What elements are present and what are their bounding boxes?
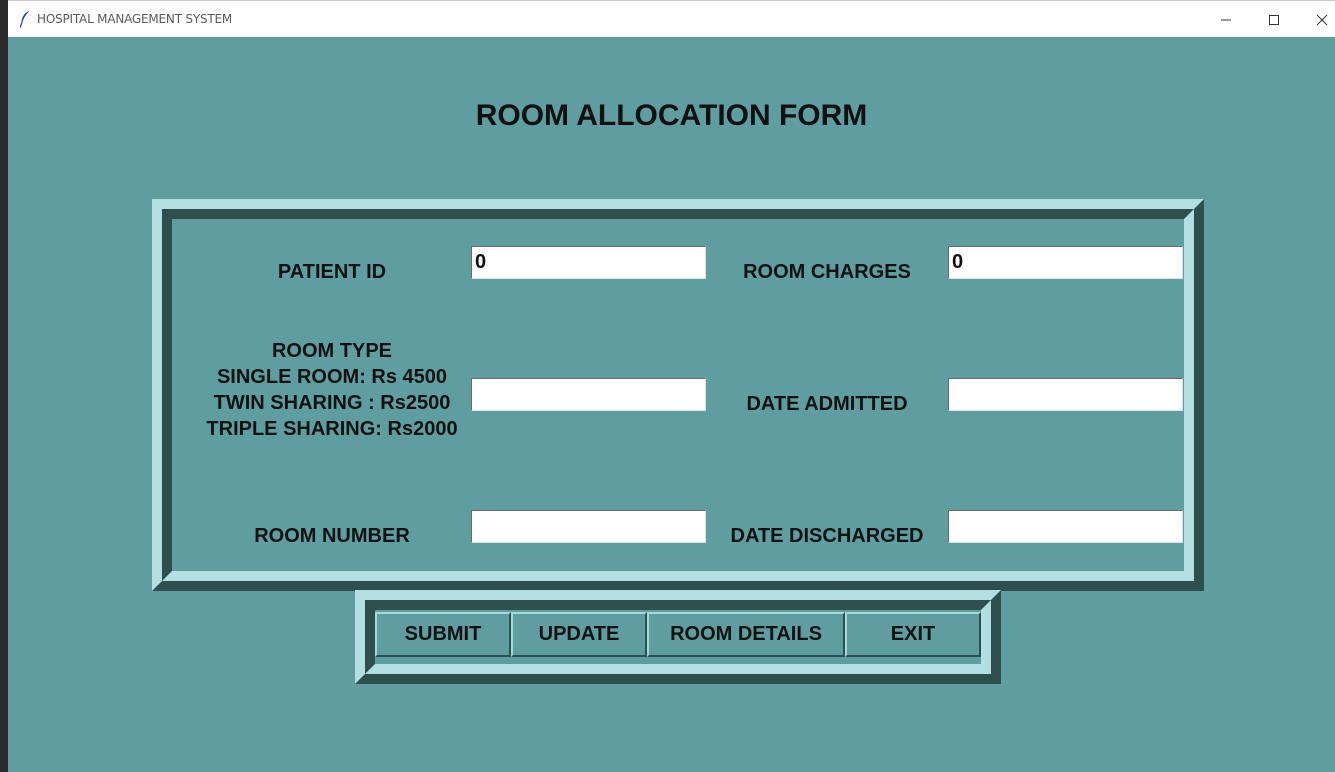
room-type-input[interactable]: [471, 378, 706, 411]
exit-button[interactable]: EXIT: [845, 612, 981, 657]
date-admitted-label: DATE ADMITTED: [746, 393, 908, 415]
twin-sharing-rate: TWIN SHARING : Rs2500: [213, 392, 451, 414]
date-discharged-label: DATE DISCHARGED: [730, 525, 924, 547]
minimize-button[interactable]: [1203, 1, 1249, 38]
date-admitted-input[interactable]: [948, 378, 1183, 411]
submit-button[interactable]: SUBMIT: [375, 612, 511, 657]
date-discharged-input[interactable]: [948, 510, 1183, 543]
room-type-label: ROOM TYPE SINGLE ROOM: Rs 4500 TWIN SHAR…: [187, 338, 477, 442]
close-icon: [1316, 14, 1328, 25]
single-room-rate: SINGLE ROOM: Rs 4500: [216, 366, 448, 388]
button-frame: SUBMIT UPDATE ROOM DETAILS EXIT: [355, 590, 1001, 684]
window-title: HOSPITAL MANAGEMENT SYSTEM: [37, 12, 233, 26]
close-button[interactable]: [1299, 1, 1335, 38]
form-frame: PATIENT ID ROOM CHARGES ROOM TYPE SINGLE…: [152, 199, 1204, 591]
room-number-input[interactable]: [471, 510, 706, 543]
room-charges-label: ROOM CHARGES: [743, 261, 911, 283]
title-bar[interactable]: HOSPITAL MANAGEMENT SYSTEM: [8, 0, 1335, 37]
patient-id-label: PATIENT ID: [277, 261, 387, 283]
triple-sharing-rate: TRIPLE SHARING: Rs2000: [206, 418, 458, 440]
patient-id-input[interactable]: [471, 246, 706, 279]
app-window: HOSPITAL MANAGEMENT SYSTEM ROOM ALLOCATI…: [8, 0, 1335, 772]
update-button[interactable]: UPDATE: [511, 612, 647, 657]
minimize-icon: [1221, 19, 1231, 20]
room-number-label: ROOM NUMBER: [254, 525, 410, 547]
room-details-button[interactable]: ROOM DETAILS: [647, 612, 845, 657]
room-charges-input[interactable]: [948, 246, 1183, 279]
feather-icon: [19, 10, 30, 28]
room-type-title: ROOM TYPE: [271, 340, 392, 362]
maximize-button[interactable]: [1251, 1, 1297, 38]
button-row: SUBMIT UPDATE ROOM DETAILS EXIT: [375, 612, 981, 657]
maximize-icon: [1269, 14, 1279, 25]
form-title: ROOM ALLOCATION FORM: [475, 99, 868, 132]
